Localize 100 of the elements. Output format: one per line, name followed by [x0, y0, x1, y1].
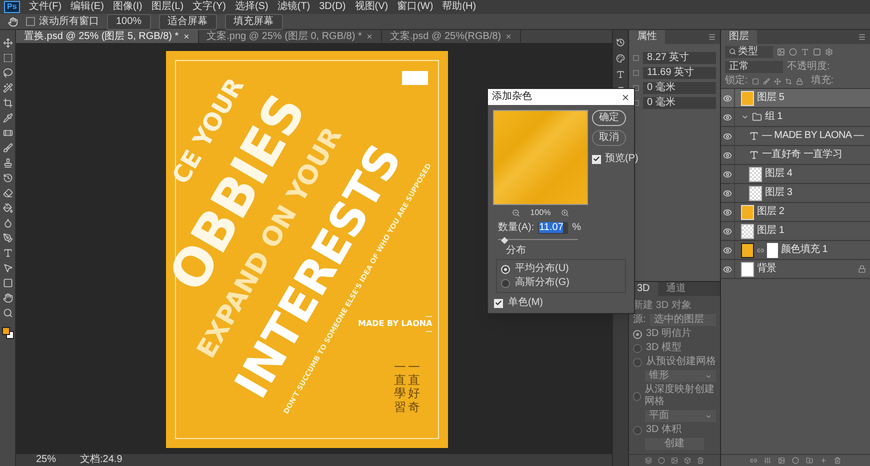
- eraser-icon[interactable]: [2, 188, 12, 198]
- option-button[interactable]: 填充屏幕: [224, 14, 283, 30]
- brush-icon[interactable]: [2, 143, 12, 153]
- type-icon[interactable]: [2, 248, 12, 258]
- dimension-field[interactable]: 0 毫米: [643, 97, 716, 109]
- zoom-in-icon[interactable]: [560, 209, 569, 217]
- brush-icon[interactable]: [762, 78, 770, 84]
- eye-icon[interactable]: [723, 188, 732, 198]
- wand-icon[interactable]: [2, 83, 12, 93]
- lasso-icon[interactable]: [2, 68, 12, 78]
- layer-row[interactable]: 图层 5: [721, 89, 870, 108]
- palette-icon[interactable]: [616, 54, 625, 63]
- dimension-field[interactable]: 8.27 英寸: [643, 52, 716, 64]
- layer-row[interactable]: 图层 2: [721, 203, 870, 222]
- square-icon[interactable]: [752, 78, 759, 84]
- menu-icon[interactable]: [708, 33, 716, 41]
- layer-row[interactable]: 图层 1: [721, 222, 870, 241]
- pointer-icon[interactable]: [2, 263, 12, 273]
- hand-icon[interactable]: [8, 16, 18, 26]
- slider-thumb[interactable]: [501, 236, 508, 244]
- radio-button[interactable]: [501, 278, 510, 288]
- eye-icon[interactable]: [723, 170, 732, 178]
- filter-dropdown[interactable]: 类型: [725, 46, 773, 58]
- bandage-icon[interactable]: [2, 128, 12, 138]
- history-icon[interactable]: [2, 173, 12, 183]
- eye-icon[interactable]: [723, 94, 732, 102]
- menu-item[interactable]: 滤镜(T): [277, 2, 310, 12]
- panel-tab[interactable]: 图层: [721, 30, 757, 44]
- square-icon[interactable]: [813, 48, 821, 56]
- menu-item[interactable]: 帮助(H): [442, 2, 476, 12]
- document-tab[interactable]: 文案.png @ 25% (图层 0, RGB/8) *: [198, 30, 382, 43]
- layer-row[interactable]: 颜色填充 1: [721, 241, 870, 260]
- amount-field[interactable]: 11.07: [538, 222, 568, 234]
- crop-icon[interactable]: [784, 78, 792, 84]
- eye-icon[interactable]: [723, 112, 732, 122]
- layer-row[interactable]: 一直好奇 一直学习: [721, 146, 870, 165]
- menu-icon[interactable]: [858, 33, 866, 41]
- hand-icon[interactable]: [2, 293, 12, 303]
- eye-icon[interactable]: [723, 246, 732, 254]
- link-icon[interactable]: [750, 457, 757, 464]
- move-icon[interactable]: [774, 78, 781, 84]
- cancel-button[interactable]: 取消: [592, 130, 626, 146]
- eye-icon[interactable]: [723, 208, 732, 216]
- trash-icon[interactable]: [834, 457, 841, 464]
- crop-icon[interactable]: [2, 98, 12, 108]
- dimension-field[interactable]: 0 毫米: [643, 82, 716, 94]
- menu-item[interactable]: 选择(S): [234, 2, 268, 12]
- menu-item[interactable]: 文字(Y): [192, 2, 226, 12]
- trash-icon[interactable]: [697, 457, 704, 464]
- layer-row[interactable]: 背景: [721, 260, 870, 279]
- document-tab[interactable]: 置换.psd @ 25% (图层 5, RGB/8) *: [16, 30, 199, 43]
- lock-icon[interactable]: [796, 78, 803, 84]
- stamp-icon[interactable]: [2, 158, 12, 168]
- foreground-swatch[interactable]: [2, 327, 10, 335]
- menu-item[interactable]: 图像(I): [112, 2, 142, 12]
- menu-item[interactable]: 3D(D): [319, 2, 346, 12]
- cube-icon[interactable]: [684, 457, 691, 464]
- droplet-icon[interactable]: [2, 218, 12, 228]
- dimension-field[interactable]: 11.69 英寸: [643, 67, 716, 79]
- circle-icon[interactable]: [789, 48, 797, 56]
- menu-item[interactable]: 窗口(W): [397, 2, 434, 12]
- zoom-out-icon[interactable]: [512, 209, 520, 217]
- image-icon[interactable]: [777, 48, 785, 56]
- folder-icon[interactable]: [806, 457, 813, 464]
- panel-tab[interactable]: 属性: [629, 30, 665, 44]
- close-icon[interactable]: [621, 92, 630, 102]
- layers-icon[interactable]: [645, 457, 652, 464]
- menu-item[interactable]: 图层(L): [151, 2, 184, 12]
- menu-item[interactable]: 文件(F): [28, 2, 62, 12]
- marquee-icon[interactable]: [2, 53, 12, 63]
- eye-icon[interactable]: [723, 132, 732, 140]
- menu-item[interactable]: 编辑(E): [70, 2, 104, 12]
- ok-button[interactable]: 确定: [592, 110, 626, 126]
- rectangle-icon[interactable]: [2, 278, 12, 288]
- menu-item[interactable]: 视图(V): [354, 2, 388, 12]
- type-icon[interactable]: [801, 48, 809, 56]
- layer-row[interactable]: 图层 4: [721, 165, 870, 184]
- eye-icon[interactable]: [723, 264, 732, 274]
- image-icon[interactable]: [778, 457, 785, 464]
- layer-row[interactable]: — MADE BY LAONA —: [721, 127, 870, 146]
- pen-icon[interactable]: [2, 233, 12, 243]
- option-button[interactable]: 100%: [107, 14, 151, 30]
- search-icon[interactable]: [2, 308, 12, 318]
- option-button[interactable]: 适合屏幕: [158, 14, 217, 30]
- layer-row[interactable]: 组 1: [721, 108, 870, 127]
- checkbox[interactable]: [26, 17, 35, 26]
- circle-icon[interactable]: [658, 457, 665, 464]
- image-icon[interactable]: [671, 457, 678, 464]
- eyedropper-icon[interactable]: [2, 113, 12, 123]
- blend-mode-dropdown[interactable]: 正常: [725, 60, 783, 72]
- type-icon[interactable]: [616, 70, 625, 79]
- move-icon[interactable]: [2, 38, 12, 48]
- bucket-icon[interactable]: [2, 203, 12, 213]
- circle-icon[interactable]: [792, 457, 799, 464]
- eye-icon[interactable]: [723, 150, 732, 160]
- sliders-icon[interactable]: [764, 457, 771, 464]
- history-icon[interactable]: [616, 38, 625, 47]
- layer-row[interactable]: 图层 3: [721, 184, 870, 203]
- chevron-icon[interactable]: [741, 113, 749, 121]
- eye-icon[interactable]: [723, 226, 732, 236]
